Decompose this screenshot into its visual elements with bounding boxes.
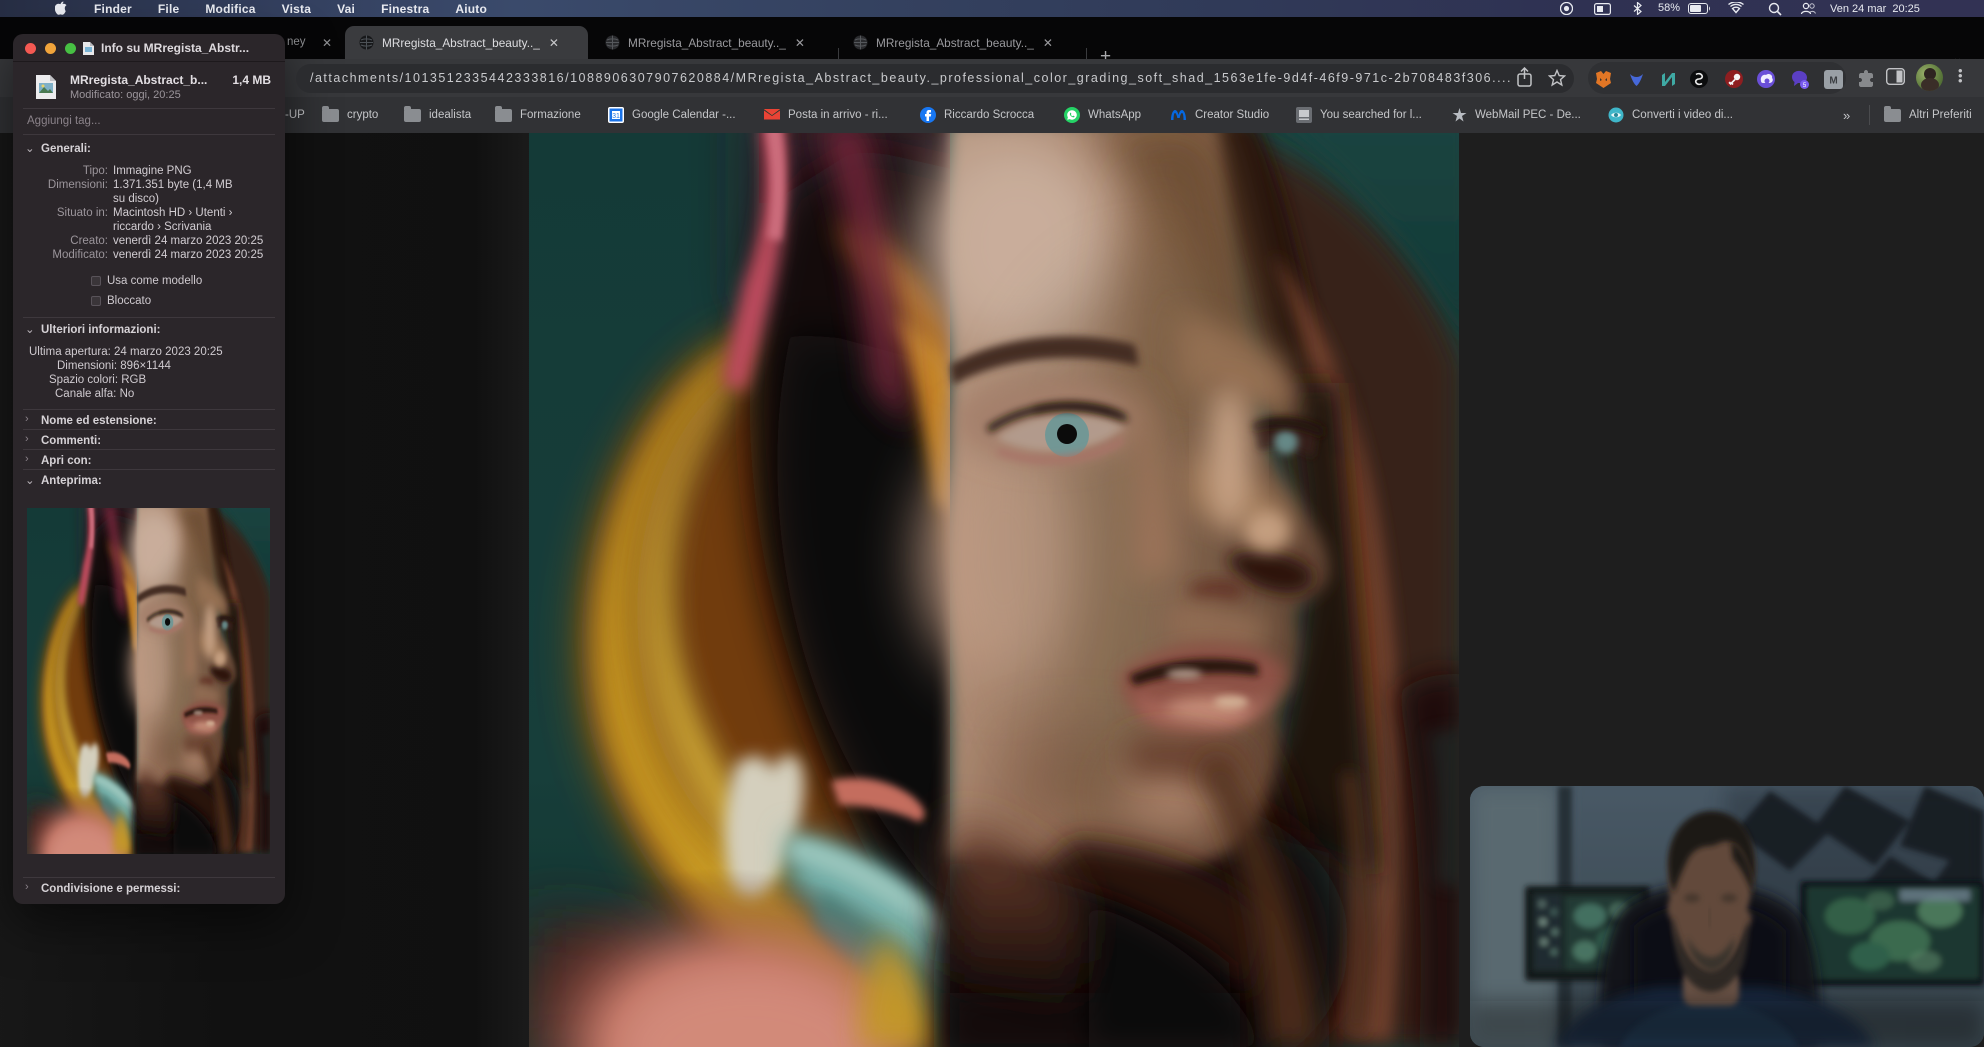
- svg-text:31: 31: [612, 113, 620, 120]
- svg-text:M: M: [1829, 75, 1837, 86]
